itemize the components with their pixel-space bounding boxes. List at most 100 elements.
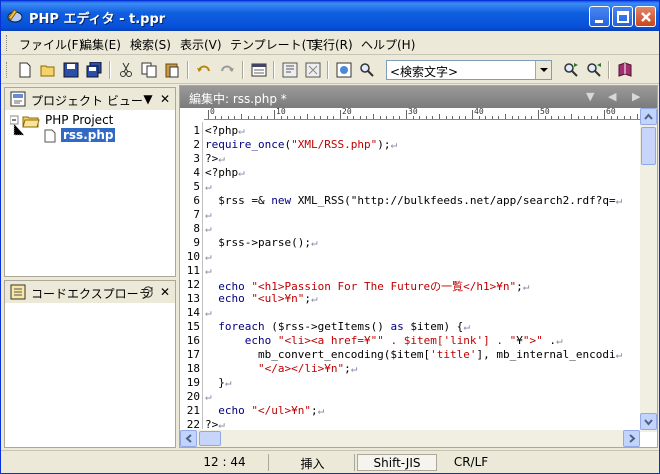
explorer-close-button[interactable]: ✕	[158, 285, 172, 299]
scroll-up-button[interactable]	[640, 108, 657, 125]
project-folder-icon	[22, 114, 40, 131]
horizontal-scroll-thumb[interactable]	[199, 431, 221, 446]
scroll-down-button[interactable]	[640, 413, 657, 430]
scroll-left-button[interactable]	[180, 430, 197, 447]
tree-node-project[interactable]: PHP Project	[45, 113, 113, 127]
editor-next-button[interactable]: ▶	[632, 90, 640, 103]
ruler-tick	[419, 116, 421, 119]
find-next-button[interactable]	[561, 60, 581, 80]
ruler-tick	[491, 116, 493, 119]
code-line[interactable]: <?php↵	[205, 166, 245, 179]
book-icon	[618, 62, 632, 77]
insert-mode-indicator[interactable]: 挿入	[271, 454, 355, 471]
code-line[interactable]: foreach ($rss->getItems() as $item) {↵	[205, 320, 470, 333]
code-line[interactable]: "</a></li>¥n";↵	[205, 362, 357, 375]
code-line[interactable]: $rss->parse();↵	[205, 236, 317, 249]
ruler-label: 10	[276, 108, 286, 116]
code-line[interactable]: <?php↵	[205, 124, 245, 137]
save-all-button[interactable]	[84, 60, 104, 80]
copy-button[interactable]	[139, 60, 159, 80]
scroll-right-button[interactable]	[623, 430, 640, 447]
ruler-tick	[557, 116, 559, 119]
menu-run[interactable]: 実行(R)	[311, 36, 353, 53]
explorer-refresh-button[interactable]	[141, 285, 155, 299]
code-line[interactable]: echo "</ul>¥n";↵	[205, 404, 324, 417]
open-file-button[interactable]	[38, 60, 58, 80]
code-line[interactable]: echo "<li><a href=¥"" . $item['link'] . …	[205, 334, 563, 347]
line-number: 16	[186, 334, 200, 347]
line-number: 5	[193, 180, 200, 193]
newline-indicator[interactable]: CR/LF	[439, 454, 503, 471]
ruler-tick	[623, 116, 625, 119]
undo-button[interactable]	[194, 60, 214, 80]
code-line[interactable]: ↵	[205, 208, 212, 221]
line-number: 4	[193, 166, 200, 179]
code-line[interactable]: ↵	[205, 222, 212, 235]
code-line[interactable]: require_once("XML/RSS.php");↵	[205, 138, 397, 151]
line-number: 17	[186, 348, 200, 361]
code-line[interactable]: ↵	[205, 180, 212, 193]
editor-menu-button[interactable]: ▼	[586, 90, 594, 103]
minimize-button[interactable]	[589, 6, 610, 27]
ruler-tick	[511, 116, 513, 119]
manual-button[interactable]	[615, 60, 635, 80]
code-line[interactable]: ↵	[205, 390, 212, 403]
ruler-tick	[445, 116, 447, 119]
panel-menu-button[interactable]: ▼	[141, 92, 155, 106]
ruler-tick	[577, 116, 579, 119]
search-combo[interactable]: <検索文字>	[386, 60, 552, 80]
code-area[interactable]: 1 2 3 4 5 6 7 8 9 10 11 12 13 14 15 16 17 18 19 20 21 22 <?ph…	[180, 122, 640, 429]
line-number: 18	[186, 362, 200, 375]
undo-icon	[197, 65, 210, 72]
close-button[interactable]	[635, 6, 656, 27]
menu-search[interactable]: 検索(S)	[130, 36, 171, 53]
menu-edit[interactable]: 編集(E)	[80, 36, 121, 53]
horizontal-scrollbar[interactable]	[180, 430, 640, 447]
toolbar-separator	[327, 61, 329, 79]
maximize-button[interactable]	[612, 6, 633, 27]
find-button[interactable]	[357, 60, 377, 80]
toolbar-separator	[242, 61, 244, 79]
redo-button[interactable]	[217, 60, 237, 80]
cut-button[interactable]	[116, 60, 136, 80]
new-file-button[interactable]	[15, 60, 35, 80]
project-view-title: プロジェクト ビュー	[31, 94, 143, 108]
code-line[interactable]: ?>↵	[205, 152, 225, 165]
editor-prev-button[interactable]: ◀	[608, 90, 616, 103]
code-line[interactable]: ?>↵	[205, 418, 225, 429]
menu-view[interactable]: 表示(V)	[180, 36, 222, 53]
tree-node-rss-php[interactable]: rss.php	[61, 128, 116, 142]
vertical-scroll-thumb[interactable]	[641, 127, 656, 165]
title-bar[interactable]: PHP エディタ - t.ppr	[1, 1, 659, 31]
ruler-tick	[359, 116, 361, 119]
save-button[interactable]	[61, 60, 81, 80]
search-dropdown-button[interactable]	[535, 61, 551, 79]
code-line[interactable]: }↵	[205, 376, 231, 389]
code-line[interactable]: ↵	[205, 306, 212, 319]
menu-grip[interactable]	[6, 35, 9, 51]
code-line[interactable]: echo "<ul>¥n";↵	[205, 292, 317, 305]
editor-tab-title: 編集中: rss.php *	[189, 92, 287, 106]
code-line[interactable]: $rss =& new XML_RSS("http://bulkfeeds.ne…	[205, 194, 622, 207]
toolbar-grip[interactable]	[6, 62, 9, 78]
search-input[interactable]: <検索文字>	[390, 63, 458, 80]
ruler-tick	[630, 116, 632, 119]
panel-close-button[interactable]: ✕	[158, 92, 172, 106]
menu-file[interactable]: ファイル(F)	[19, 36, 83, 53]
code-line[interactable]: ↵	[205, 250, 212, 263]
encoding-indicator[interactable]: Shift-JIS	[357, 454, 437, 471]
insert-template-button[interactable]	[280, 60, 300, 80]
window-layout-button[interactable]	[249, 60, 269, 80]
template-list-button[interactable]	[303, 60, 323, 80]
vertical-scrollbar[interactable]	[640, 108, 657, 432]
paste-button[interactable]	[162, 60, 182, 80]
ruler-tick	[604, 110, 605, 119]
ruler-label: 40	[474, 108, 484, 116]
find-previous-button[interactable]	[584, 60, 604, 80]
code-line[interactable]: mb_convert_encoding($item['title'], mb_i…	[205, 348, 622, 361]
run-preview-button[interactable]	[334, 60, 354, 80]
code-line[interactable]: ↵	[205, 264, 212, 277]
toolbar-separator	[109, 61, 111, 79]
menu-template[interactable]: テンプレート(T)	[230, 36, 318, 53]
menu-help[interactable]: ヘルプ(H)	[361, 36, 415, 53]
